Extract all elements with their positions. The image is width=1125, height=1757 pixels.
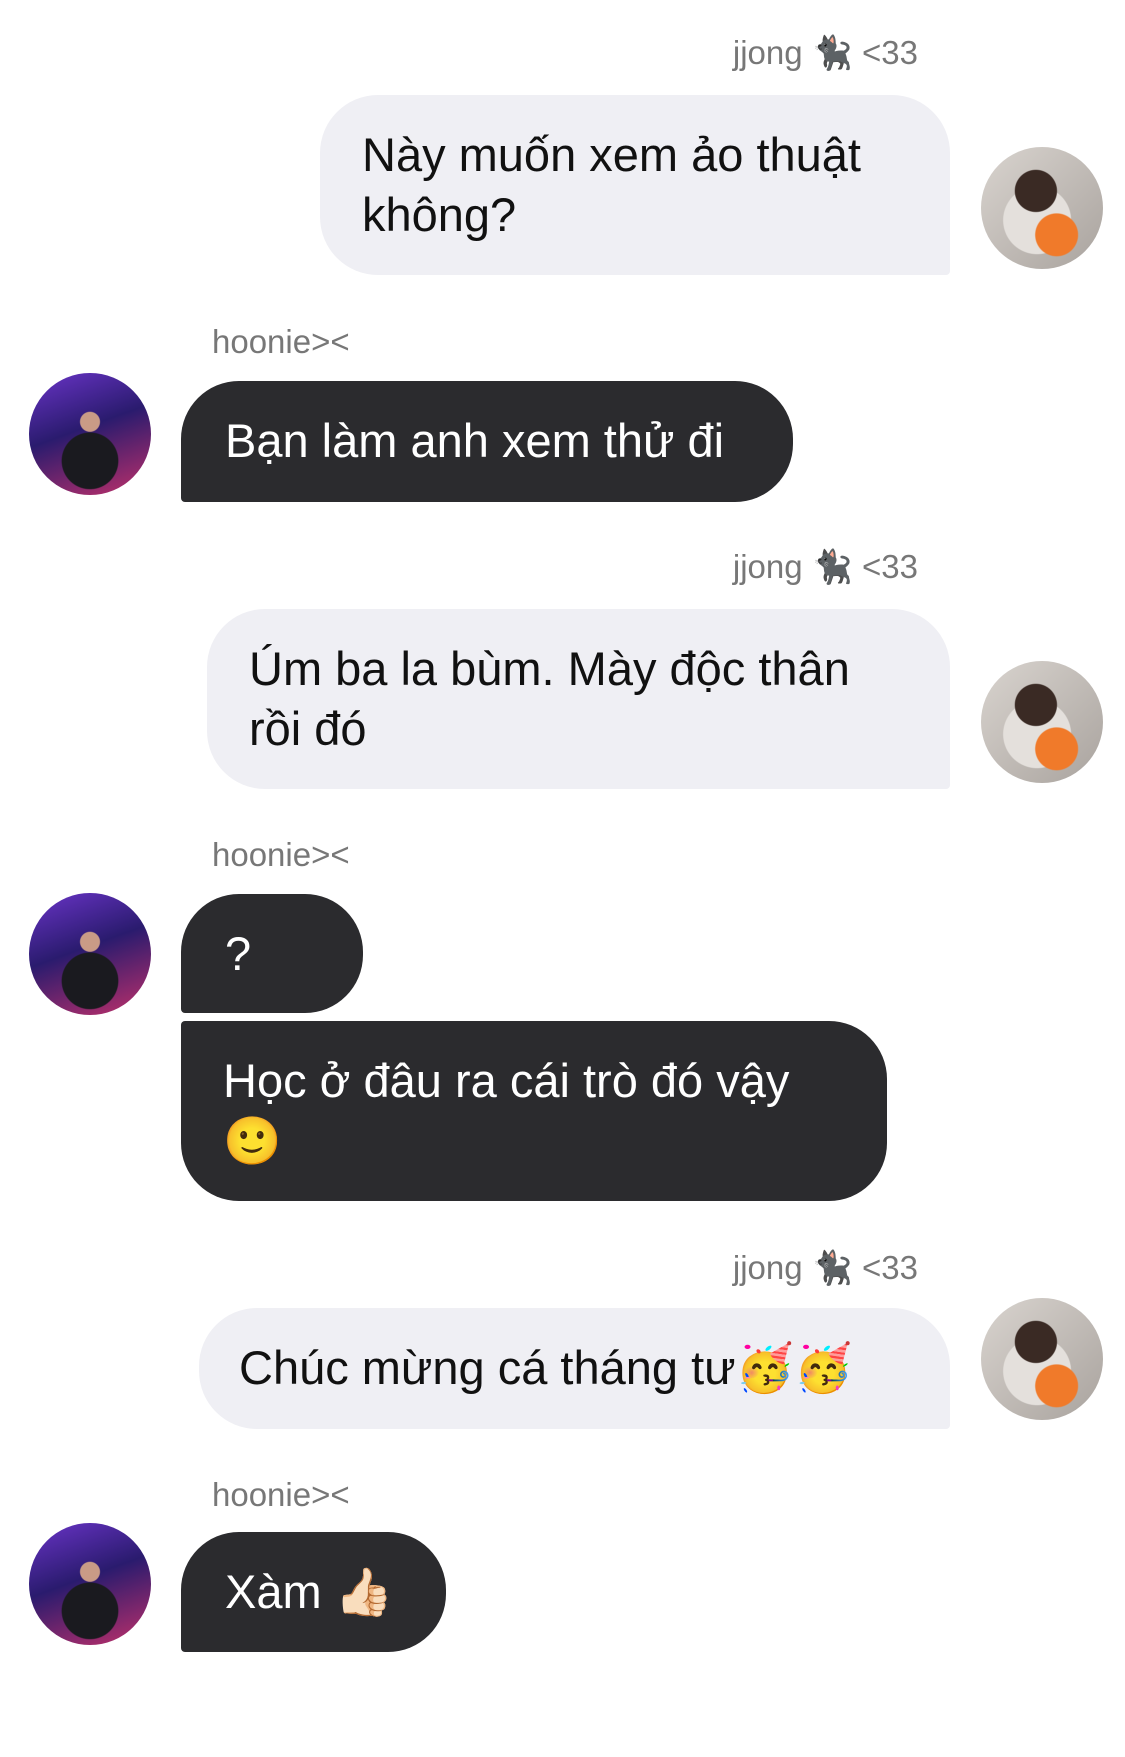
avatar-jjong[interactable] [981, 1298, 1103, 1420]
avatar-jjong[interactable] [981, 661, 1103, 783]
sender-name-hoonie: hoonie>< [212, 323, 350, 360]
sender-name-hoonie: hoonie>< [212, 1476, 350, 1513]
sender-name-jjong: jjong 🐈‍⬛ <33 [732, 34, 918, 71]
avatar-hoonie[interactable] [29, 373, 151, 495]
message-bubble-outgoing[interactable]: Chúc mừng cá tháng tư🥳🥳 [199, 1308, 950, 1429]
message-bubble-incoming[interactable]: Xàm 👍🏻 [181, 1532, 446, 1652]
message-bubble-outgoing[interactable]: Này muốn xem ảo thuật không? [320, 95, 950, 275]
sender-name-hoonie: hoonie>< [212, 836, 350, 873]
sender-name-jjong: jjong 🐈‍⬛ <33 [732, 1249, 918, 1286]
sender-name-jjong: jjong 🐈‍⬛ <33 [732, 548, 918, 585]
message-bubble-outgoing[interactable]: Úm ba la bùm. Mày độc thân rồi đó [207, 609, 950, 789]
message-bubble-incoming[interactable]: Học ở đâu ra cái trò đó vậy 🙂 [181, 1021, 887, 1201]
message-bubble-incoming[interactable]: ? [181, 894, 363, 1013]
avatar-hoonie[interactable] [29, 893, 151, 1015]
message-bubble-incoming[interactable]: Bạn làm anh xem thử đi [181, 381, 793, 502]
avatar-jjong[interactable] [981, 147, 1103, 269]
avatar-hoonie[interactable] [29, 1523, 151, 1645]
